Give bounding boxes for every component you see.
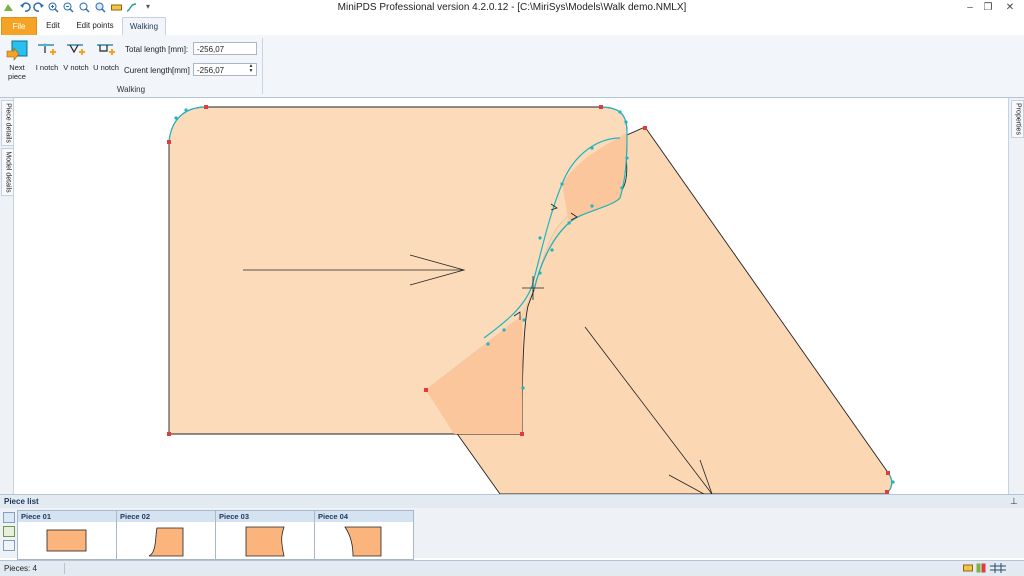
piece-thumbnail bbox=[46, 529, 87, 552]
piece-details-label: Piece details bbox=[4, 103, 11, 143]
tab-piece-details[interactable]: Piece details bbox=[1, 100, 14, 146]
next-piece-button[interactable]: Next piece bbox=[2, 39, 32, 81]
properties-label: Properties bbox=[1014, 103, 1021, 135]
tab-edit-points[interactable]: Edit points bbox=[70, 17, 120, 34]
close-button[interactable]: ✕ bbox=[999, 0, 1021, 15]
minimize-button[interactable]: – bbox=[961, 0, 979, 15]
v-notch-label: V notch bbox=[63, 63, 89, 72]
u-notch-button[interactable]: U notch bbox=[93, 39, 119, 72]
pattern-drawing[interactable] bbox=[14, 98, 1007, 494]
restore-button[interactable]: ❐ bbox=[979, 0, 997, 15]
i-notch-icon bbox=[38, 43, 56, 55]
tab-model-details[interactable]: Model details bbox=[1, 148, 14, 196]
current-length-label: Curent length[mm] bbox=[124, 66, 190, 75]
model-details-label: Model details bbox=[4, 151, 11, 193]
spin-arrows-icon[interactable]: ▲ ▼ bbox=[247, 64, 255, 75]
piece-card-02[interactable]: Piece 02 bbox=[116, 510, 216, 560]
piece-list-panel: Piece 01 Piece 02 Piece 03 Piece 04 bbox=[0, 508, 1024, 560]
status-bar: Pieces: 4 bbox=[0, 560, 1024, 576]
i-notch-button[interactable]: I notch bbox=[34, 39, 60, 72]
tab-edit[interactable]: Edit bbox=[40, 17, 66, 34]
current-length-value: -256,07 bbox=[197, 66, 225, 75]
piece-thumbnail bbox=[344, 526, 382, 557]
snap-icon[interactable] bbox=[976, 563, 986, 573]
piece-card-label: Piece 02 bbox=[117, 511, 215, 522]
tab-properties[interactable]: Properties bbox=[1011, 100, 1024, 138]
right-side-pane: Properties bbox=[1008, 98, 1024, 494]
grid-toggle-icon[interactable] bbox=[990, 563, 1006, 573]
ribbon-panel: Next piece I notch V notch U notch Total… bbox=[0, 35, 1024, 98]
u-notch-label: U notch bbox=[93, 63, 119, 72]
piece-list-header: Piece list ⊥ bbox=[0, 494, 1024, 509]
title-bar: ▾ MiniPDS Professional version 4.2.0.12 … bbox=[0, 0, 1024, 16]
piece-thumbnail bbox=[245, 526, 285, 557]
i-notch-label: I notch bbox=[35, 63, 59, 72]
layout-icon[interactable] bbox=[963, 563, 973, 573]
current-length-stepper[interactable]: -256,07 ▲ ▼ bbox=[193, 63, 257, 76]
piece-card-label: Piece 01 bbox=[18, 511, 116, 522]
piece-list-title: Piece list bbox=[4, 497, 39, 506]
next-piece-icon bbox=[6, 40, 28, 61]
ribbon-tabs: File Edit Edit points Walking bbox=[0, 16, 1024, 36]
group-separator bbox=[262, 38, 263, 94]
list-view-icon[interactable] bbox=[3, 526, 15, 537]
v-notch-button[interactable]: V notch bbox=[63, 39, 89, 72]
next-piece-label: Next piece bbox=[8, 63, 26, 81]
tab-walking[interactable]: Walking bbox=[122, 17, 166, 36]
piece-card-label: Piece 03 bbox=[216, 511, 314, 522]
piece-thumbnail bbox=[148, 527, 184, 557]
total-length-field[interactable]: -256,07 bbox=[193, 42, 257, 55]
piece-card-01[interactable]: Piece 01 bbox=[17, 510, 117, 560]
pieces-count: Pieces: 4 bbox=[4, 564, 37, 573]
drawing-canvas[interactable] bbox=[14, 98, 1007, 494]
piece-card-label: Piece 04 bbox=[315, 511, 413, 522]
walking-group-label: Walking bbox=[116, 85, 146, 94]
pin-icon[interactable]: ⊥ bbox=[1010, 496, 1018, 507]
v-notch-icon bbox=[67, 44, 85, 55]
window-title: MiniPDS Professional version 4.2.0.12 - … bbox=[337, 2, 687, 13]
fit-view-icon[interactable] bbox=[3, 540, 15, 551]
thumbnail-view-icon[interactable] bbox=[3, 512, 15, 523]
tab-file[interactable]: File bbox=[1, 17, 37, 36]
status-separator bbox=[64, 563, 65, 574]
u-notch-icon bbox=[97, 44, 115, 55]
total-length-label: Total length [mm]: bbox=[125, 45, 189, 54]
piece-card-03[interactable]: Piece 03 bbox=[215, 510, 315, 560]
piece-card-04[interactable]: Piece 04 bbox=[314, 510, 414, 560]
left-side-pane: Piece details Model details bbox=[0, 98, 14, 494]
